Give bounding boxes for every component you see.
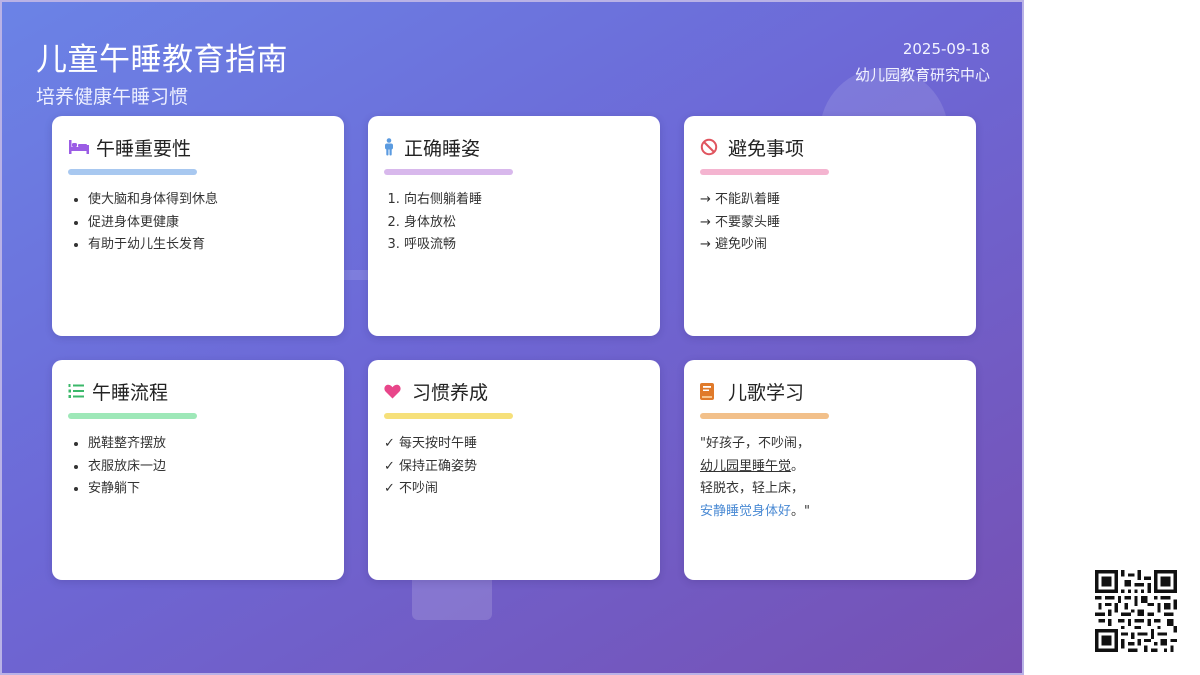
item-list: 使大脑和身体得到休息 促进身体更健康 有助于幼儿生长发育 [68, 189, 328, 257]
card-header: 习惯养成 [384, 378, 644, 404]
date-label: 2025-09-18 [855, 40, 990, 58]
list-item: 呼吸流畅 [404, 234, 644, 257]
accent-bar [700, 169, 829, 175]
slide: 儿童午睡教育指南 培养健康午睡习惯 2025-09-18 幼儿园教育研究中心 午… [0, 0, 1024, 675]
header-meta: 2025-09-18 幼儿园教育研究中心 [855, 40, 990, 85]
organization-label: 幼儿园教育研究中心 [855, 64, 990, 85]
heart-icon [384, 380, 406, 402]
list-item: 安静躺下 [88, 478, 328, 501]
accent-bar [384, 169, 513, 175]
poem-line: 幼儿园里睡午觉。 [700, 456, 960, 479]
poem-line: 轻脱衣，轻上床， [700, 478, 960, 501]
poem-punct: 。 [791, 459, 804, 474]
poem-line: 安静睡觉身体好。" [700, 501, 960, 524]
list-ordered-icon [68, 380, 86, 402]
card-title: 正确睡姿 [404, 134, 480, 161]
card-song: 儿歌学习 "好孩子，不吵闹， 幼儿园里睡午觉。 轻脱衣，轻上床， 安静睡觉身体好… [684, 360, 976, 580]
card-posture: 正确睡姿 向右侧躺着睡 身体放松 呼吸流畅 [368, 116, 660, 336]
list-item: 使大脑和身体得到休息 [88, 189, 328, 212]
list-item: 促进身体更健康 [88, 212, 328, 235]
list-item: → 避免吵闹 [700, 234, 960, 257]
book-icon [700, 380, 722, 402]
card-process: 午睡流程 脱鞋整齐摆放 衣服放床一边 安静躺下 [52, 360, 344, 580]
item-list: 脱鞋整齐摆放 衣服放床一边 安静躺下 [68, 433, 328, 501]
card-header: 午睡流程 [68, 378, 328, 404]
page-subtitle: 培养健康午睡习惯 [36, 82, 188, 109]
card-habit: 习惯养成 ✓ 每天按时午睡 ✓ 保持正确姿势 ✓ 不吵闹 [368, 360, 660, 580]
card-title: 避免事项 [728, 134, 804, 161]
poem-underlined-text: 幼儿园里睡午觉 [700, 459, 791, 474]
card-header: 正确睡姿 [384, 134, 644, 160]
accent-bar [68, 169, 197, 175]
card-title: 儿歌学习 [728, 378, 804, 405]
list-item: → 不要蒙头睡 [700, 212, 960, 235]
card-importance: 午睡重要性 使大脑和身体得到休息 促进身体更健康 有助于幼儿生长发育 [52, 116, 344, 336]
list-item: ✓ 保持正确姿势 [384, 456, 644, 479]
card-header: 避免事项 [700, 134, 960, 160]
poem-highlight-text: 安静睡觉身体好 [700, 504, 791, 519]
list-item: 向右侧躺着睡 [404, 189, 644, 212]
list-item: 衣服放床一边 [88, 456, 328, 479]
ban-icon [700, 136, 722, 158]
person-icon [384, 136, 398, 158]
accent-bar [700, 413, 829, 419]
poem-line: "好孩子，不吵闹， [700, 433, 960, 456]
accent-bar [68, 413, 197, 419]
page-title: 儿童午睡教育指南 [36, 34, 288, 79]
card-header: 儿歌学习 [700, 378, 960, 404]
list-item: ✓ 每天按时午睡 [384, 433, 644, 456]
list-item: 脱鞋整齐摆放 [88, 433, 328, 456]
qr-code-icon [1095, 570, 1177, 652]
list-item: 有助于幼儿生长发育 [88, 234, 328, 257]
list-item: 身体放松 [404, 212, 644, 235]
card-avoid: 避免事项 → 不能趴着睡 → 不要蒙头睡 → 避免吵闹 [684, 116, 976, 336]
card-header: 午睡重要性 [68, 134, 328, 160]
list-item: → 不能趴着睡 [700, 189, 960, 212]
list-item: ✓ 不吵闹 [384, 478, 644, 501]
poem-punct: 。" [791, 504, 810, 519]
card-title: 习惯养成 [412, 378, 488, 405]
bed-icon [68, 136, 90, 158]
card-title: 午睡重要性 [96, 134, 191, 161]
accent-bar [384, 413, 513, 419]
card-title: 午睡流程 [92, 378, 168, 405]
item-list: 向右侧躺着睡 身体放松 呼吸流畅 [384, 189, 644, 257]
